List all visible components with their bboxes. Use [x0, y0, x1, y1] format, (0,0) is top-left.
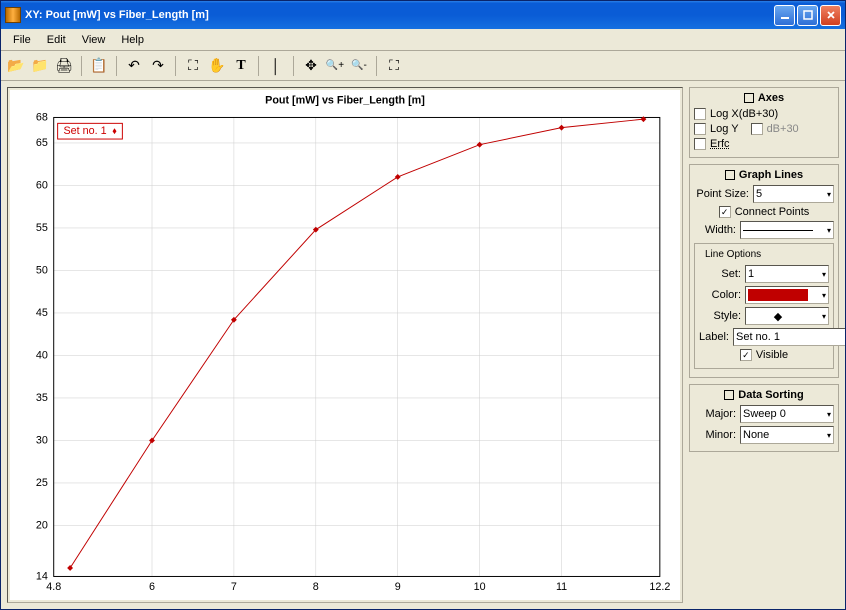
logy-label: Log Y	[710, 123, 739, 135]
db30-label: dB+30	[767, 123, 799, 135]
logy-checkbox[interactable]	[694, 123, 706, 135]
svg-text:30: 30	[36, 434, 48, 446]
zoom-area-icon[interactable]: ⛶	[182, 55, 204, 77]
pan-icon[interactable]: ✋	[206, 55, 228, 77]
data-sorting-box: Data Sorting Major: Sweep 0 Minor: None	[689, 384, 839, 452]
toolbar-separator	[376, 56, 377, 76]
toolbar: 📂 📁 🖨 📋 ↶ ↷ ⛶ ✋ T │ ✥ 🔍+ 🔍- ⛶	[1, 51, 845, 81]
chart-svg: Pout [mW] vs Fiber_Length [m] 4.8 6 7 8 9 10 11…	[10, 90, 680, 600]
menu-help[interactable]: Help	[113, 32, 152, 48]
plot-panel: Pout [mW] vs Fiber_Length [m] 4.8 6 7 8 9 10 11…	[7, 87, 683, 603]
logx-label: Log X(dB+30)	[710, 108, 778, 120]
text-icon[interactable]: T	[230, 55, 252, 77]
toolbar-separator	[175, 56, 176, 76]
collapse-icon[interactable]	[724, 390, 734, 400]
erfc-label: Erfc	[710, 138, 730, 150]
undo-icon[interactable]: ↶	[123, 55, 145, 77]
svg-text:65: 65	[36, 137, 48, 149]
pointsize-label: Point Size:	[694, 188, 749, 200]
logx-checkbox[interactable]	[694, 108, 706, 120]
width-select[interactable]	[740, 221, 834, 239]
color-select[interactable]	[745, 286, 829, 304]
set-label: Set:	[699, 268, 741, 280]
svg-text:60: 60	[36, 179, 48, 191]
svg-text:25: 25	[36, 477, 48, 489]
style-label: Style:	[699, 310, 741, 322]
zoom-in-icon[interactable]: 🔍+	[324, 55, 346, 77]
svg-text:45: 45	[36, 307, 48, 319]
collapse-icon[interactable]	[744, 93, 754, 103]
visible-checkbox[interactable]: ✓	[740, 349, 752, 361]
toolbar-separator	[258, 56, 259, 76]
menubar: File Edit View Help	[1, 29, 845, 51]
svg-text:50: 50	[36, 264, 48, 276]
graphlines-title: Graph Lines	[739, 169, 803, 181]
menu-view[interactable]: View	[74, 32, 114, 48]
svg-text:11: 11	[556, 581, 567, 593]
toolbar-separator	[116, 56, 117, 76]
connect-checkbox[interactable]: ✓	[719, 206, 731, 218]
svg-text:68: 68	[36, 111, 48, 123]
svg-text:20: 20	[36, 519, 48, 531]
fit-icon[interactable]: ⛶	[383, 55, 405, 77]
major-label: Major:	[694, 408, 736, 420]
svg-text:Pout [mW] vs Fiber_Length [m]: Pout [mW] vs Fiber_Length [m]	[265, 95, 425, 107]
plot-area[interactable]: Pout [mW] vs Fiber_Length [m] 4.8 6 7 8 9 10 11…	[10, 90, 680, 600]
width-label: Width:	[694, 224, 736, 236]
set-select[interactable]: 1	[745, 265, 829, 283]
collapse-icon[interactable]	[725, 170, 735, 180]
maximize-button[interactable]	[797, 5, 818, 26]
svg-text:6: 6	[149, 581, 155, 593]
svg-text:14: 14	[36, 570, 48, 582]
menu-file[interactable]: File	[5, 32, 39, 48]
label-label: Label:	[699, 331, 729, 343]
menu-edit[interactable]: Edit	[39, 32, 74, 48]
svg-text:7: 7	[231, 581, 237, 593]
redo-icon[interactable]: ↷	[147, 55, 169, 77]
toolbar-separator	[293, 56, 294, 76]
line-options-fieldset: Line Options Set: 1 Color: Style: ◆ Label:…	[694, 243, 834, 369]
copy-icon[interactable]: 📋	[88, 55, 110, 77]
lineoptions-legend: Line Options	[703, 249, 763, 260]
visible-label: Visible	[756, 349, 788, 361]
connect-label: Connect Points	[735, 206, 810, 218]
move-icon[interactable]: ✥	[300, 55, 322, 77]
svg-text:35: 35	[36, 392, 48, 404]
open-dark-icon[interactable]: 📁	[29, 55, 51, 77]
app-window: XY: Pout [mW] vs Fiber_Length [m] File E…	[0, 0, 846, 610]
zoom-out-icon[interactable]: 🔍-	[348, 55, 370, 77]
svg-text:9: 9	[395, 581, 401, 593]
svg-text:12.2: 12.2	[649, 581, 670, 593]
window-title: XY: Pout [mW] vs Fiber_Length [m]	[25, 9, 774, 21]
svg-text:4.8: 4.8	[46, 581, 61, 593]
svg-text:10: 10	[474, 581, 486, 593]
axes-title: Axes	[758, 92, 784, 104]
pointsize-select[interactable]: 5	[753, 185, 834, 203]
style-select[interactable]: ◆	[745, 307, 829, 325]
minimize-button[interactable]	[774, 5, 795, 26]
svg-text:55: 55	[36, 222, 48, 234]
minor-label: Minor:	[694, 429, 736, 441]
divider-icon[interactable]: │	[265, 55, 287, 77]
app-icon	[5, 7, 21, 23]
axes-box: Axes Log X(dB+30) Log Y dB+30 Erfc	[689, 87, 839, 158]
color-label: Color:	[699, 289, 741, 301]
erfc-checkbox[interactable]	[694, 138, 706, 150]
datasort-title: Data Sorting	[738, 389, 803, 401]
graph-lines-box: Graph Lines Point Size: 5 ✓ Connect Points…	[689, 164, 839, 378]
svg-text:8: 8	[313, 581, 319, 593]
content-area: Pout [mW] vs Fiber_Length [m]4.867891011…	[1, 81, 845, 609]
major-select[interactable]: Sweep 0	[740, 405, 834, 423]
toolbar-separator	[81, 56, 82, 76]
side-panel: Axes Log X(dB+30) Log Y dB+30 Erfc Graph…	[689, 87, 839, 603]
label-input[interactable]	[733, 328, 845, 346]
titlebar: XY: Pout [mW] vs Fiber_Length [m]	[1, 1, 845, 29]
close-button[interactable]	[820, 5, 841, 26]
svg-text:40: 40	[36, 349, 48, 361]
open-folder-icon[interactable]: 📂	[5, 55, 27, 77]
minor-select[interactable]: None	[740, 426, 834, 444]
db30-checkbox	[751, 123, 763, 135]
svg-text:Set no. 1: Set no. 1	[64, 125, 107, 137]
print-icon[interactable]: 🖨	[53, 55, 75, 77]
